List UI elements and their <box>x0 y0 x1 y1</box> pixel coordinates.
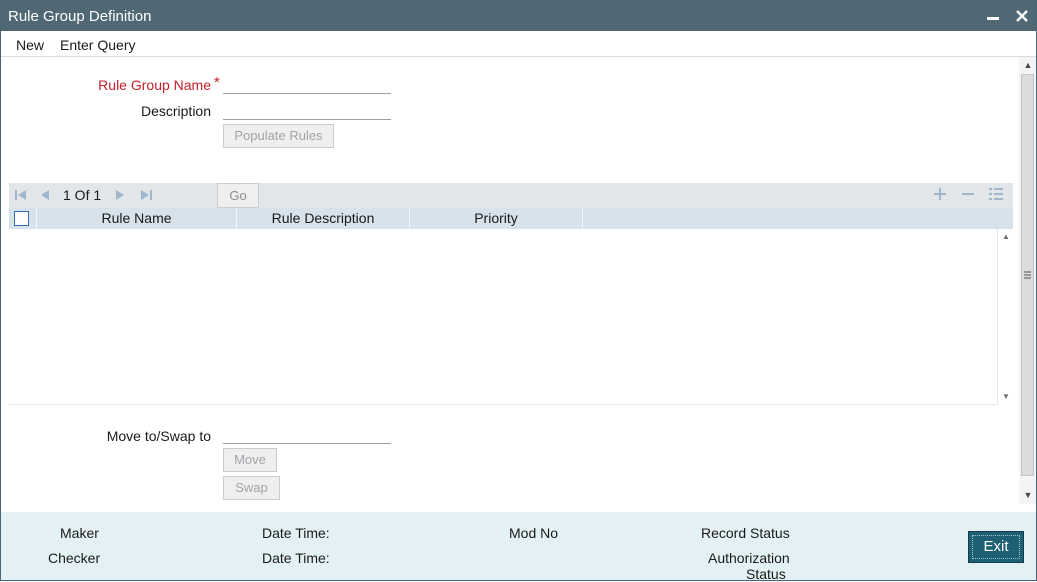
record-status-label: Record Status <box>701 525 790 541</box>
menu-bar: New Enter Query <box>1 31 1036 57</box>
grid-header: Rule Name Rule Description Priority <box>9 208 1013 229</box>
window-scrollbar[interactable]: ▲ ▼ <box>1019 57 1036 504</box>
column-header-rule-name[interactable]: Rule Name <box>37 208 237 229</box>
move-swap-label: Move to/Swap to <box>106 428 211 444</box>
rule-group-name-input[interactable] <box>223 74 391 94</box>
last-page-icon[interactable] <box>138 187 154 203</box>
scroll-thumb[interactable] <box>1021 74 1034 476</box>
audit-footer: Maker Checker Date Time: Date Time: Mod … <box>1 512 1036 582</box>
grid-scroll-up-icon[interactable]: ▲ <box>1002 233 1010 241</box>
select-all-cell <box>9 208 37 229</box>
column-header-rule-description[interactable]: Rule Description <box>237 208 410 229</box>
exit-focus-ring <box>972 535 1020 559</box>
grid-body: ▲ ▼ <box>9 229 1013 405</box>
authorization-status-label-line2: Status <box>746 566 786 582</box>
column-header-priority[interactable]: Priority <box>410 208 583 229</box>
next-page-icon[interactable] <box>112 187 128 203</box>
grid-scroll-down-icon[interactable]: ▼ <box>1002 393 1010 401</box>
description-label: Description <box>140 103 211 119</box>
exit-button[interactable]: Exit <box>968 531 1024 563</box>
single-view-icon[interactable] <box>987 186 1005 204</box>
authorization-status-label-line1: Authorization <box>708 550 790 566</box>
checker-date-time-label: Date Time: <box>262 550 330 566</box>
window-title: Rule Group Definition <box>8 8 152 25</box>
move-swap-input[interactable] <box>223 424 391 444</box>
select-all-checkbox[interactable] <box>14 211 29 226</box>
mod-no-label: Mod No <box>509 525 559 541</box>
go-button[interactable]: Go <box>217 183 259 208</box>
maker-date-time-label: Date Time: <box>262 525 330 541</box>
populate-rules-button[interactable]: Populate Rules <box>223 124 334 148</box>
first-page-icon[interactable] <box>13 187 29 203</box>
rule-group-definition-window: Rule Group Definition New Enter Query Ru… <box>0 0 1037 582</box>
prev-page-icon[interactable] <box>37 187 53 203</box>
required-marker: * <box>214 74 220 91</box>
scroll-down-icon[interactable]: ▼ <box>1023 490 1033 500</box>
checker-label: Checker <box>48 550 101 566</box>
new-menu-item[interactable]: New <box>16 37 44 53</box>
minimize-icon[interactable] <box>982 5 1004 27</box>
enter-query-menu-item[interactable]: Enter Query <box>60 37 135 53</box>
maker-label: Maker <box>60 525 99 541</box>
move-button[interactable]: Move <box>223 448 277 472</box>
main-content: Rule Group Name * Description Populate R… <box>1 57 1018 512</box>
rule-group-name-label: Rule Group Name <box>98 77 211 93</box>
grid-toolbar: 1 Of 1 Go <box>9 183 1013 208</box>
title-bar: Rule Group Definition <box>1 1 1036 31</box>
grid-scrollbar[interactable]: ▲ ▼ <box>997 229 1013 405</box>
description-input[interactable] <box>223 100 391 120</box>
close-icon[interactable] <box>1011 5 1033 27</box>
swap-button[interactable]: Swap <box>223 476 280 500</box>
page-indicator: 1 Of 1 <box>63 187 102 203</box>
add-row-icon[interactable] <box>931 186 949 204</box>
delete-row-icon[interactable] <box>959 186 977 204</box>
scroll-up-icon[interactable]: ▲ <box>1023 60 1033 70</box>
